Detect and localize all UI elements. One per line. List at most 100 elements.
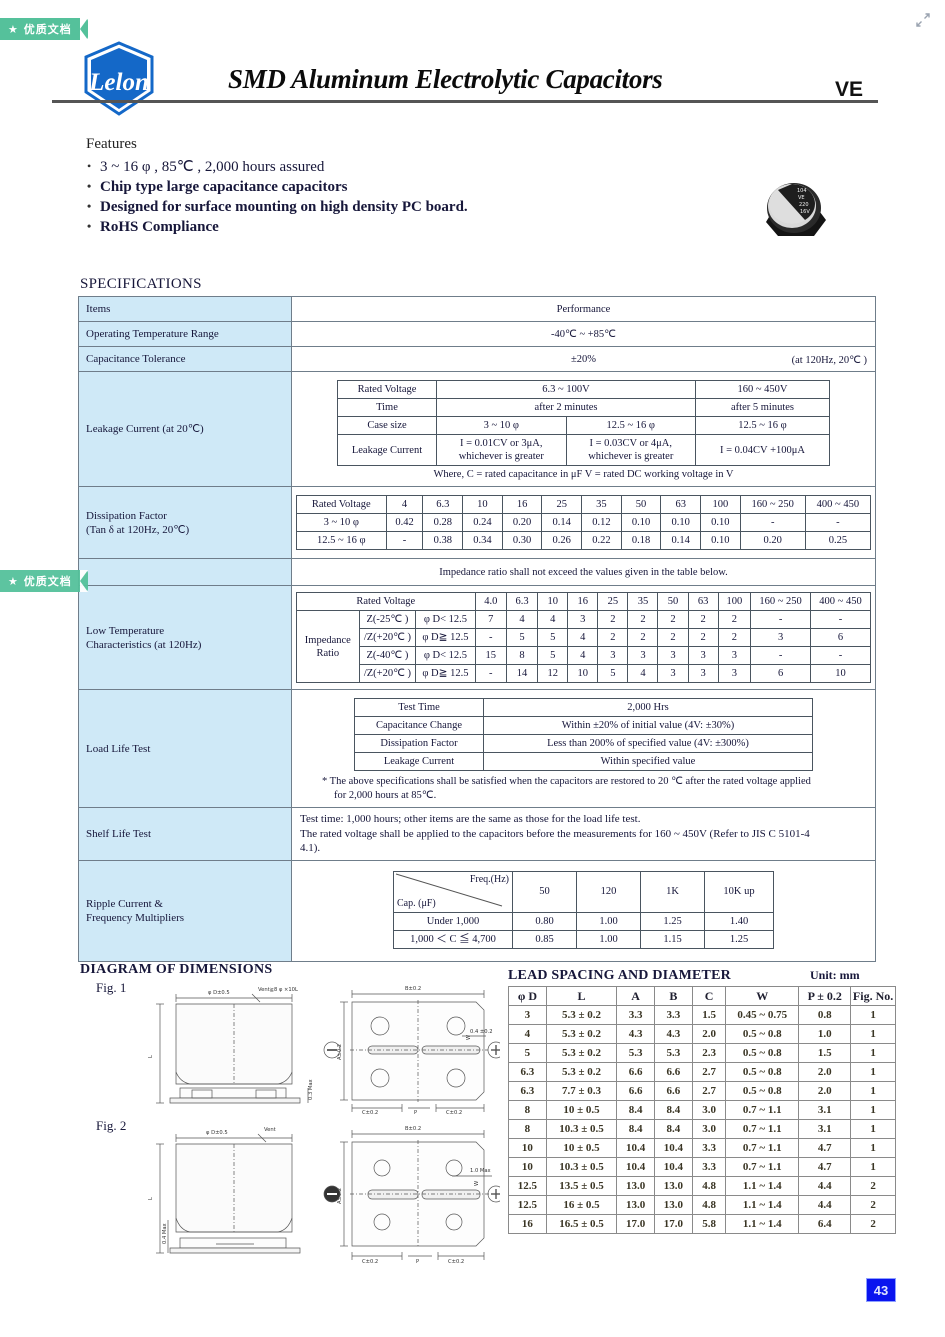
svg-text:P: P [414, 1110, 417, 1115]
cell: 2.0 [691, 1024, 727, 1044]
cell: 10 [567, 664, 599, 683]
cell: 0.28 [422, 513, 464, 532]
table-row: Rated Voltage 4 6.3 10 16 25 35 50 63 10… [296, 495, 872, 514]
cell: 6.3 [508, 1081, 547, 1101]
cell: 12 [537, 664, 569, 683]
cell: Under 1,000 [393, 911, 513, 931]
cell: 50 [512, 870, 577, 913]
figure-1-drawing: φ D±0.5 Vent≧8 φ ×10L L 0.3 Max B±0.2 A±… [148, 986, 500, 1115]
svg-text:0.4 Max: 0.4 Max [162, 1223, 168, 1244]
row-label-load-life: Load Life Test [78, 689, 292, 808]
cell: 10 ± 0.5 [545, 1100, 618, 1120]
cell: 5 [537, 646, 569, 665]
cell: Rated Voltage [337, 380, 437, 399]
svg-text:104: 104 [797, 188, 807, 194]
cell: 2 [657, 610, 689, 629]
row-label-operating-temp: Operating Temperature Range [78, 321, 292, 347]
svg-text:0.3 Max: 0.3 Max [308, 1079, 314, 1100]
table-row: 12.5 16 ± 0.5 13.0 13.0 4.8 1.1 ~ 1.4 4.4 2 [508, 1195, 896, 1215]
impedance-ratio-group-label: Impedance Ratio [296, 610, 360, 683]
cell: Within specified value [483, 752, 813, 771]
lead-spacing-heading: LEAD SPACING AND DIAMETER [508, 968, 731, 983]
cell: 0.80 [512, 911, 577, 931]
cell: 5.3 ± 0.2 [545, 1043, 618, 1063]
cell: 1.15 [640, 929, 705, 949]
table-row: 4 5.3 ± 0.2 4.3 4.3 2.0 0.5 ~ 0.8 1.0 1 [508, 1024, 896, 1044]
cell: 0.14 [541, 513, 583, 532]
cell: 13.5 ± 0.5 [545, 1176, 618, 1196]
ripple-corner-cap: Cap. (μF) [397, 897, 436, 909]
table-row: Capacitance Change Within ±20% of initia… [354, 716, 813, 735]
col-header: L [545, 986, 618, 1006]
cell: 5.8 [691, 1214, 727, 1234]
svg-text:C±0.2: C±0.2 [362, 1110, 378, 1115]
cell: 17.0 [616, 1214, 655, 1234]
row-label-cap-tolerance: Capacitance Tolerance [78, 346, 292, 372]
cell: 0.7 ~ 1.1 [725, 1138, 800, 1158]
cell: 1 [850, 1138, 896, 1158]
svg-text:16V: 16V [800, 209, 810, 215]
cell: 6.3 [508, 1062, 547, 1082]
cell: Case size [337, 416, 437, 435]
table-row: 10 10 ± 0.5 10.4 10.4 3.3 0.7 ~ 1.1 4.7 1 [508, 1138, 896, 1158]
table-row: Leakage Current Within specified value [354, 752, 813, 771]
row-label-low-temp: Low Temperature Characteristics (at 120H… [78, 585, 292, 690]
table-row: Shelf Life Test Test time: 1,000 hours; … [78, 807, 876, 861]
table-row: Rated Voltage 6.3 ~ 100V 160 ~ 450V [337, 380, 830, 399]
cell: Capacitance Change [354, 716, 484, 735]
cell: 0.10 [620, 513, 662, 532]
col-header: W [725, 986, 800, 1006]
row-label-leakage: Leakage Current (at 20℃) [78, 371, 292, 487]
cell: 35 [627, 592, 659, 611]
row-value-dissipation: Rated Voltage 4 6.3 10 16 25 35 50 63 10… [291, 486, 876, 559]
cell: 2 [850, 1176, 896, 1196]
cell: - [474, 628, 507, 647]
cell: Time [337, 398, 437, 417]
row-value-cap-tolerance: ±20% (at 120Hz, 20℃ ) [291, 346, 876, 372]
cell: I = 0.04CV +100μA [695, 434, 830, 466]
cell: 12.5 ~ 16 φ [565, 416, 696, 435]
svg-text:0.4 ±0.2: 0.4 ±0.2 [470, 1029, 493, 1035]
cell: 17.0 [653, 1214, 693, 1234]
cell: φ D≧ 12.5 [415, 664, 476, 683]
cell: 160 ~ 250 [750, 592, 811, 611]
cell: 0.5 ~ 0.8 [725, 1062, 800, 1082]
cell: 5.3 ± 0.2 [545, 1024, 618, 1044]
cell: 1,000 ＜ C ≦ 4,700 [393, 929, 513, 949]
cell: 2.7 [691, 1081, 727, 1101]
table-row: Capacitance Tolerance ±20% (at 120Hz, 20… [78, 346, 876, 372]
cell: 400 ~ 450 [810, 592, 871, 611]
cell: 0.18 [620, 531, 662, 550]
cell: 1 [850, 1062, 896, 1082]
cell: 0.25 [804, 531, 872, 550]
feature-item: Chip type large capacitance capacitors [86, 176, 606, 197]
cell: 5.3 ± 0.2 [545, 1062, 618, 1082]
shelf-life-line1: Test time: 1,000 hours; other items are … [300, 813, 641, 825]
cell: 400 ~ 450 [804, 495, 872, 514]
cell: 10 ± 0.5 [545, 1138, 618, 1158]
cell: 0.85 [512, 929, 577, 949]
cell: 6.6 [616, 1062, 655, 1082]
cell: 5.3 [653, 1043, 693, 1063]
feature-item: Designed for surface mounting on high de… [86, 196, 606, 217]
cell: 3.1 [798, 1100, 852, 1120]
feature-item: RoHS Compliance [86, 216, 606, 237]
table-row: Dissipation Factor (Tan δ at 120Hz, 20℃)… [78, 486, 876, 559]
cell: 8 [508, 1119, 547, 1139]
shelf-life-line2: The rated voltage shall be applied to th… [300, 827, 810, 840]
specifications-heading: SPECIFICATIONS [80, 276, 202, 292]
cell: 3.3 [691, 1138, 727, 1158]
cell: 6 [750, 664, 811, 683]
svg-text:W: W [466, 1035, 472, 1040]
cell: 12.5 [508, 1195, 547, 1215]
table-row: Load Life Test Test Time 2,000 Hrs Capac… [78, 689, 876, 808]
row-value-load-life: Test Time 2,000 Hrs Capacitance Change W… [291, 689, 876, 808]
expand-icon[interactable] [915, 12, 931, 28]
leakage-footnote: Where, C = rated capacitance in μF V = r… [433, 469, 734, 480]
cell: 4 [505, 610, 539, 629]
cell: 0.34 [462, 531, 503, 550]
cell: 100 [717, 592, 752, 611]
table-header-row: φ D L A B C W P ± 0.2 Fig. No. [508, 986, 896, 1006]
cell: 25 [597, 592, 629, 611]
cell: 6.4 [798, 1214, 852, 1234]
